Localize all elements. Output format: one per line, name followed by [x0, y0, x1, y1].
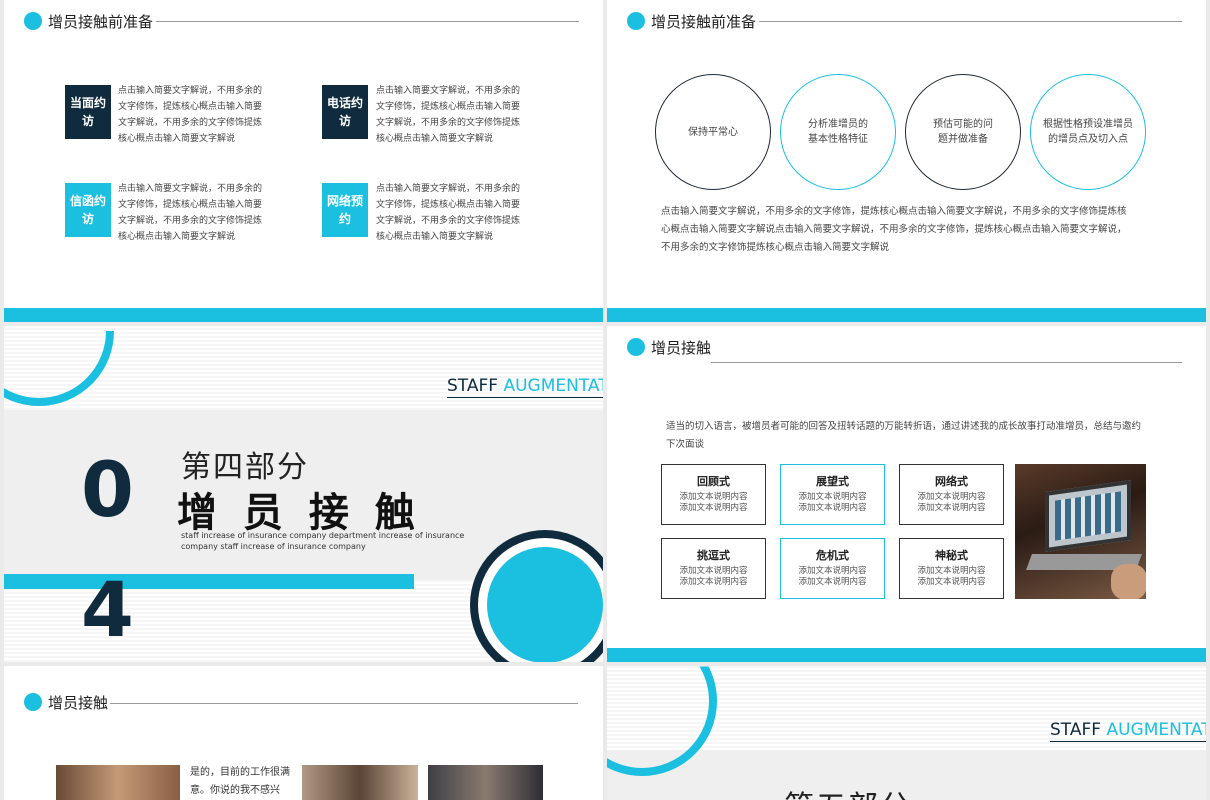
quote-text: 是的，目前的工作很满意。你说的我不感兴趣。	[190, 767, 290, 796]
office-photo	[428, 765, 543, 800]
method-box: 网络式 添加文本说明内容 添加文本说明内容	[899, 464, 1004, 525]
brand-part-a: STAFF	[447, 376, 504, 396]
meeting-photo	[56, 765, 180, 800]
circle-item: 保持平常心	[655, 74, 771, 190]
brand-text: STAFF AUGMENTAT	[447, 376, 603, 398]
slide-1[interactable]: 增员接触前准备 当面约访 点击输入简要文字解说，不用多余的文字修饰，提炼核心概点…	[4, 0, 603, 322]
brand-text: STAFF AUGMENTAT	[1050, 720, 1206, 742]
section-header: 增员接触前准备	[24, 11, 153, 31]
bottom-bar	[607, 308, 1206, 322]
method-box: 挑逗式 添加文本说明内容 添加文本说明内容	[661, 538, 766, 599]
slide-3[interactable]: STAFF AUGMENTAT 0 第四部分 增 员 接 触 staff inc…	[4, 326, 603, 662]
divider-line	[759, 21, 1182, 22]
bullet-dot-icon	[24, 12, 42, 30]
method-desc: 添加文本说明内容	[679, 503, 748, 513]
method-box: 回顾式 添加文本说明内容 添加文本说明内容	[661, 464, 766, 525]
method-desc: 添加文本说明内容	[917, 492, 986, 502]
method-desc: 添加文本说明内容	[679, 577, 748, 587]
laptop-photo	[1015, 464, 1146, 599]
bullet-dot-icon	[24, 693, 42, 711]
screen-content	[1055, 491, 1121, 541]
section-subtitle: staff increase of insurance company depa…	[181, 531, 465, 551]
slide-title: 增员接触前准备	[48, 12, 154, 31]
method-desc: 添加文本说明内容	[798, 503, 867, 513]
body-paragraph: 点击输入简要文字解说，不用多余的文字修饰，提炼核心概点击输入简要文字解说，不用多…	[661, 206, 1127, 253]
item-text: 点击输入简要文字解说，不用多余的文字修饰，提炼核心概点击输入简要文字解说，不用多…	[376, 86, 521, 144]
circle-label: 预估可能的问题并做准备	[933, 119, 993, 145]
divider-line	[711, 362, 1182, 363]
method-desc: 添加文本说明内容	[917, 577, 986, 587]
item-text: 点击输入简要文字解说，不用多余的文字修饰，提炼核心概点击输入简要文字解说，不用多…	[118, 184, 263, 242]
tag-phone-visit: 电话约访	[322, 85, 368, 139]
team-photo	[302, 765, 418, 800]
slide-title: 增员接触	[48, 693, 109, 712]
section-header: 增员接触前准备	[627, 11, 756, 31]
slide-6[interactable]: STAFF AUGMENTAT 第五部分	[607, 666, 1206, 800]
circle-label: 分析准增员的基本性格特征	[808, 119, 868, 145]
hand-shape	[1111, 564, 1146, 599]
item-text: 点击输入简要文字解说，不用多余的文字修饰，提炼核心概点击输入简要文字解说，不用多…	[118, 86, 263, 144]
method-title: 网络式	[935, 475, 968, 488]
circle-inner-decoration	[487, 547, 603, 662]
brand-part-b: AUGMENTAT	[503, 376, 603, 396]
slide-title: 增员接触前准备	[651, 12, 757, 31]
method-desc: 添加文本说明内容	[917, 566, 986, 576]
slide-4[interactable]: 增员接触 适当的切入语言，被增员者可能的回答及扭转话题的万能转折语，通过讲述我的…	[607, 326, 1206, 662]
brand-part-b: AUGMENTAT	[1106, 720, 1206, 740]
tag-letter-visit: 信函约访	[65, 183, 111, 237]
accent-bar	[4, 574, 414, 589]
bottom-bar	[607, 648, 1206, 662]
bullet-dot-icon	[627, 338, 645, 356]
section-header: 增员接触	[24, 692, 108, 712]
circle-item: 分析准增员的基本性格特征	[780, 74, 896, 190]
slide-title: 增员接触	[651, 338, 712, 357]
method-title: 展望式	[816, 475, 849, 488]
bottom-bar	[4, 308, 603, 322]
method-desc: 添加文本说明内容	[798, 566, 867, 576]
method-title: 挑逗式	[697, 549, 730, 562]
tag-online-visit: 网络预约	[322, 183, 368, 237]
slide-5[interactable]: 增员接触 是的，目前的工作很满意。你说的我不感兴趣。	[4, 666, 603, 800]
part-label: 第五部分	[784, 782, 912, 800]
part-number-top: 0	[81, 445, 134, 534]
method-desc: 添加文本说明内容	[798, 577, 867, 587]
method-desc: 添加文本说明内容	[917, 503, 986, 513]
bullet-dot-icon	[627, 12, 645, 30]
method-desc: 添加文本说明内容	[798, 492, 867, 502]
item-text: 点击输入简要文字解说，不用多余的文字修饰，提炼核心概点击输入简要文字解说，不用多…	[376, 184, 521, 242]
divider-line	[156, 21, 579, 22]
part-number-bottom: 4	[81, 565, 134, 654]
tag-face-visit: 当面约访	[65, 85, 111, 139]
section-header: 增员接触	[627, 337, 711, 357]
divider-line	[110, 703, 578, 704]
slide-2[interactable]: 增员接触前准备 保持平常心 分析准增员的基本性格特征 预估可能的问题并做准备 根…	[607, 0, 1206, 322]
circle-label: 根据性格预设准增员的增员点及切入点	[1043, 119, 1133, 145]
circle-item: 根据性格预设准增员的增员点及切入点	[1030, 74, 1146, 190]
method-title: 神秘式	[935, 549, 968, 562]
brand-part-a: STAFF	[1050, 720, 1107, 740]
method-box: 危机式 添加文本说明内容 添加文本说明内容	[780, 538, 885, 599]
circle-item: 预估可能的问题并做准备	[905, 74, 1021, 190]
laptop-screen-icon	[1045, 479, 1131, 553]
method-box: 展望式 添加文本说明内容 添加文本说明内容	[780, 464, 885, 525]
circle-label: 保持平常心	[688, 126, 738, 138]
intro-paragraph: 适当的切入语言，被增员者可能的回答及扭转话题的万能转折语，通过讲述我的成长故事打…	[666, 421, 1142, 450]
method-desc: 添加文本说明内容	[679, 492, 748, 502]
method-title: 回顾式	[697, 475, 730, 488]
method-desc: 添加文本说明内容	[679, 566, 748, 576]
method-box: 神秘式 添加文本说明内容 添加文本说明内容	[899, 538, 1004, 599]
method-title: 危机式	[816, 549, 849, 562]
